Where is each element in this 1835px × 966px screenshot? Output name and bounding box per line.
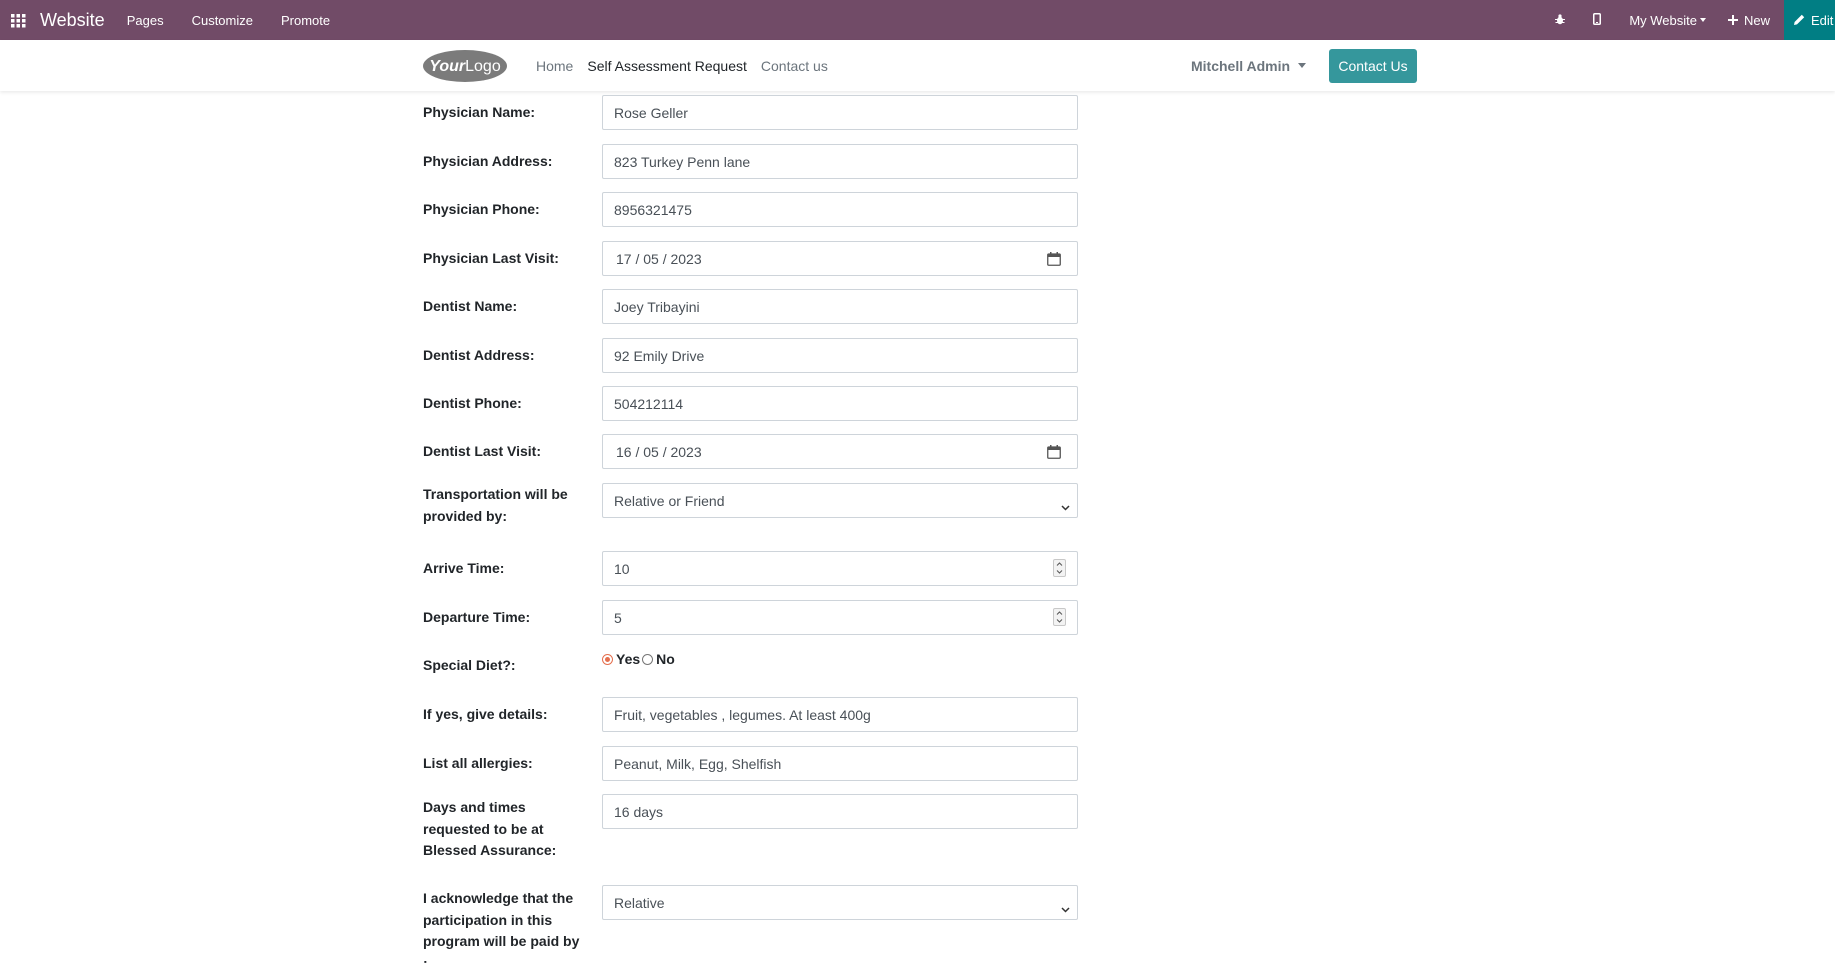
payment-select[interactable]: Relative <box>602 885 1078 920</box>
days-times-label: Days and times requested to be at Blesse… <box>423 799 557 858</box>
departure-time-label: Departure Time: <box>423 609 531 625</box>
physician-phone-label: Physician Phone: <box>423 201 540 217</box>
nav-home[interactable]: Home <box>536 58 573 74</box>
physician-last-visit-date[interactable]: 17 / 05 / 2023 <box>602 241 1078 276</box>
caret-down-icon <box>1298 63 1307 68</box>
departure-time-value: 5 <box>614 609 622 626</box>
dentist-last-visit-label: Dentist Last Visit: <box>423 443 541 459</box>
dentist-phone-input[interactable]: 504212114 <box>602 386 1078 421</box>
mobile-preview-button[interactable] <box>1593 12 1607 28</box>
allergies-label: List all allergies: <box>423 755 533 771</box>
transportation-selected: Relative or Friend <box>614 492 725 509</box>
pencil-icon <box>1794 13 1811 28</box>
nav-self-assessment-request[interactable]: Self Assessment Request <box>587 58 747 74</box>
new-button[interactable]: New <box>1727 12 1770 28</box>
arrive-time-label: Arrive Time: <box>423 560 505 576</box>
physician-last-visit-label: Physician Last Visit: <box>423 250 559 266</box>
dentist-last-visit-value: 16 / 05 / 2023 <box>616 443 702 460</box>
nav-contact-us[interactable]: Contact us <box>761 58 828 74</box>
svg-text:YourLogo: YourLogo <box>429 58 501 75</box>
contact-us-button[interactable]: Contact Us <box>1329 49 1417 83</box>
diet-details-label: If yes, give details: <box>423 706 548 722</box>
menu-promote[interactable]: Promote <box>281 13 330 28</box>
my-website-label: My Website <box>1629 12 1697 28</box>
admin-topbar: Website Pages Customize Promote My Websi… <box>0 0 1835 40</box>
calendar-icon[interactable] <box>1047 445 1061 459</box>
edit-label: Edit <box>1811 12 1834 28</box>
physician-name-label: Physician Name: <box>423 104 536 120</box>
user-name: Mitchell Admin <box>1191 57 1291 74</box>
transportation-label: Transportation will be provided by: <box>423 486 568 524</box>
dentist-last-visit-date[interactable]: 16 / 05 / 2023 <box>602 434 1078 469</box>
special-diet-no-label[interactable]: No <box>656 651 675 667</box>
physician-name-input[interactable]: Rose Geller <box>602 95 1078 130</box>
special-diet-yes-radio[interactable] <box>602 653 613 665</box>
site-logo[interactable]: YourLogo <box>422 49 508 83</box>
chevron-down-icon <box>1061 900 1070 916</box>
bug-icon <box>1555 13 1571 28</box>
dentist-name-label: Dentist Name: <box>423 298 518 314</box>
special-diet-label: Special Diet?: <box>423 657 516 673</box>
physician-address-input[interactable]: 823 Turkey Penn lane <box>602 144 1078 179</box>
apps-grid-icon[interactable] <box>0 0 36 40</box>
spin-down-icon[interactable] <box>1056 570 1063 574</box>
site-header: YourLogo Home Self Assessment Request Co… <box>0 40 1835 91</box>
special-diet-radio-group: Yes No <box>602 651 677 667</box>
dentist-address-input[interactable]: 92 Emily Drive <box>602 338 1078 373</box>
allergies-input[interactable]: Peanut, Milk, Egg, Shelfish <box>602 746 1078 781</box>
dentist-phone-label: Dentist Phone: <box>423 395 522 411</box>
chevron-down-icon <box>1061 498 1070 514</box>
arrive-time-input[interactable]: 10 <box>602 551 1078 586</box>
spin-up-icon[interactable] <box>1056 611 1063 615</box>
my-website-dropdown[interactable]: My Website <box>1629 13 1706 28</box>
menu-pages[interactable]: Pages <box>127 13 164 28</box>
special-diet-yes-label[interactable]: Yes <box>616 651 640 667</box>
physician-address-label: Physician Address: <box>423 153 553 169</box>
payment-label: I acknowledge that the participation in … <box>423 890 580 966</box>
departure-time-input[interactable]: 5 <box>602 600 1078 635</box>
new-label: New <box>1743 12 1770 28</box>
physician-last-visit-value: 17 / 05 / 2023 <box>616 250 702 267</box>
debug-button[interactable] <box>1555 13 1571 28</box>
mobile-icon <box>1593 12 1607 28</box>
spin-up-icon[interactable] <box>1056 562 1063 566</box>
number-spinner[interactable] <box>1053 608 1066 626</box>
dentist-name-input[interactable]: Joey Tribayini <box>602 289 1078 324</box>
special-diet-no-radio[interactable] <box>642 653 654 665</box>
transportation-select[interactable]: Relative or Friend <box>602 483 1078 518</box>
physician-phone-input[interactable]: 8956321475 <box>602 192 1078 227</box>
number-spinner[interactable] <box>1053 559 1066 577</box>
diet-details-input[interactable]: Fruit, vegetables , legumes. At least 40… <box>602 697 1078 732</box>
edit-button[interactable]: Edit <box>1784 0 1835 40</box>
arrive-time-value: 10 <box>614 560 630 577</box>
app-brand[interactable]: Website <box>40 10 105 31</box>
dentist-address-label: Dentist Address: <box>423 347 535 363</box>
caret-down-icon <box>1699 18 1706 22</box>
user-menu[interactable]: Mitchell Admin <box>1191 40 1307 91</box>
menu-customize[interactable]: Customize <box>192 13 253 28</box>
days-times-input[interactable]: 16 days <box>602 794 1078 829</box>
spin-down-icon[interactable] <box>1056 619 1063 623</box>
payment-selected: Relative <box>614 894 665 911</box>
calendar-icon[interactable] <box>1047 252 1061 266</box>
plus-icon <box>1727 13 1744 28</box>
